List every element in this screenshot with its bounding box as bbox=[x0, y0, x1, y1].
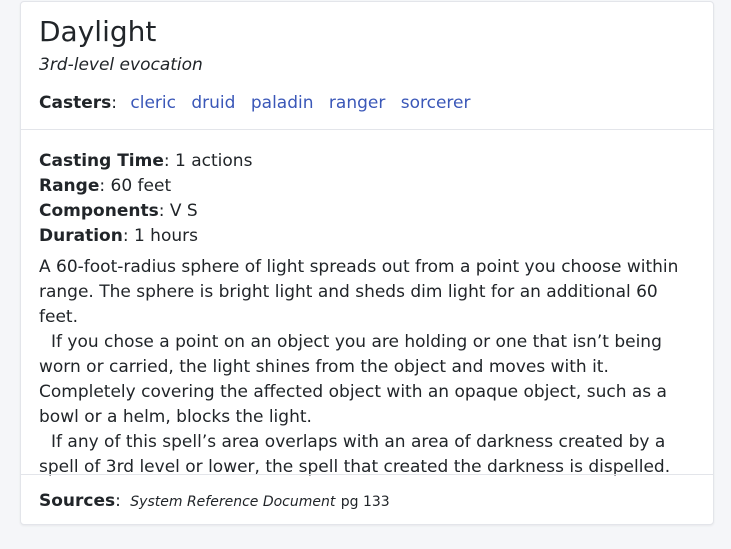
spell-level-school: 3rd-level evocation bbox=[39, 55, 203, 75]
source-page: pg 133 bbox=[340, 494, 390, 510]
description-paragraph: If any of this spell’s area overlaps wit… bbox=[39, 432, 671, 477]
spell-stats: Casting Time: 1 actions Range: 60 feet C… bbox=[39, 149, 252, 249]
casters-label: Casters bbox=[39, 93, 112, 113]
spell-body: Casting Time: 1 actions Range: 60 feet C… bbox=[21, 129, 713, 477]
caster-link-paladin[interactable]: paladin bbox=[251, 93, 314, 113]
casting-time-value: 1 actions bbox=[175, 151, 253, 171]
caster-link-sorcerer[interactable]: sorcerer bbox=[401, 93, 471, 113]
range-value: 60 feet bbox=[110, 176, 172, 196]
spell-title: Daylight bbox=[39, 15, 157, 48]
casters-row: Casters: cleric druid paladin ranger sor… bbox=[39, 91, 470, 115]
spell-header: Daylight 3rd-level evocation Casters: cl… bbox=[21, 2, 713, 129]
caster-link-druid[interactable]: druid bbox=[191, 93, 235, 113]
sources-label: Sources bbox=[39, 491, 116, 511]
casters-colon: : bbox=[111, 93, 117, 113]
range-row: Range: 60 feet bbox=[39, 176, 172, 196]
components-row: Components: V S bbox=[39, 201, 198, 221]
caster-link-ranger[interactable]: ranger bbox=[329, 93, 385, 113]
caster-link-cleric[interactable]: cleric bbox=[130, 93, 176, 113]
casting-time-row: Casting Time: 1 actions bbox=[39, 151, 253, 171]
components-value: V S bbox=[169, 201, 198, 221]
components-label: Components bbox=[39, 201, 159, 221]
source-document: System Reference Document bbox=[130, 494, 336, 510]
spell-card: Daylight 3rd-level evocation Casters: cl… bbox=[20, 1, 714, 525]
description-paragraph: A 60-foot-radius sphere of light spreads… bbox=[39, 257, 679, 327]
spell-description: A 60-foot-radius sphere of light spreads… bbox=[39, 255, 699, 480]
spell-footer: Sources: System Reference Document pg 13… bbox=[21, 474, 713, 524]
range-label: Range bbox=[39, 176, 100, 196]
duration-label: Duration bbox=[39, 226, 123, 246]
description-paragraph: If you chose a point on an object you ar… bbox=[39, 332, 667, 427]
sources-colon: : bbox=[115, 491, 121, 511]
duration-row: Duration: 1 hours bbox=[39, 226, 198, 246]
casting-time-label: Casting Time bbox=[39, 151, 164, 171]
sources-row: Sources: System Reference Document pg 13… bbox=[39, 489, 390, 514]
duration-value: 1 hours bbox=[133, 226, 198, 246]
